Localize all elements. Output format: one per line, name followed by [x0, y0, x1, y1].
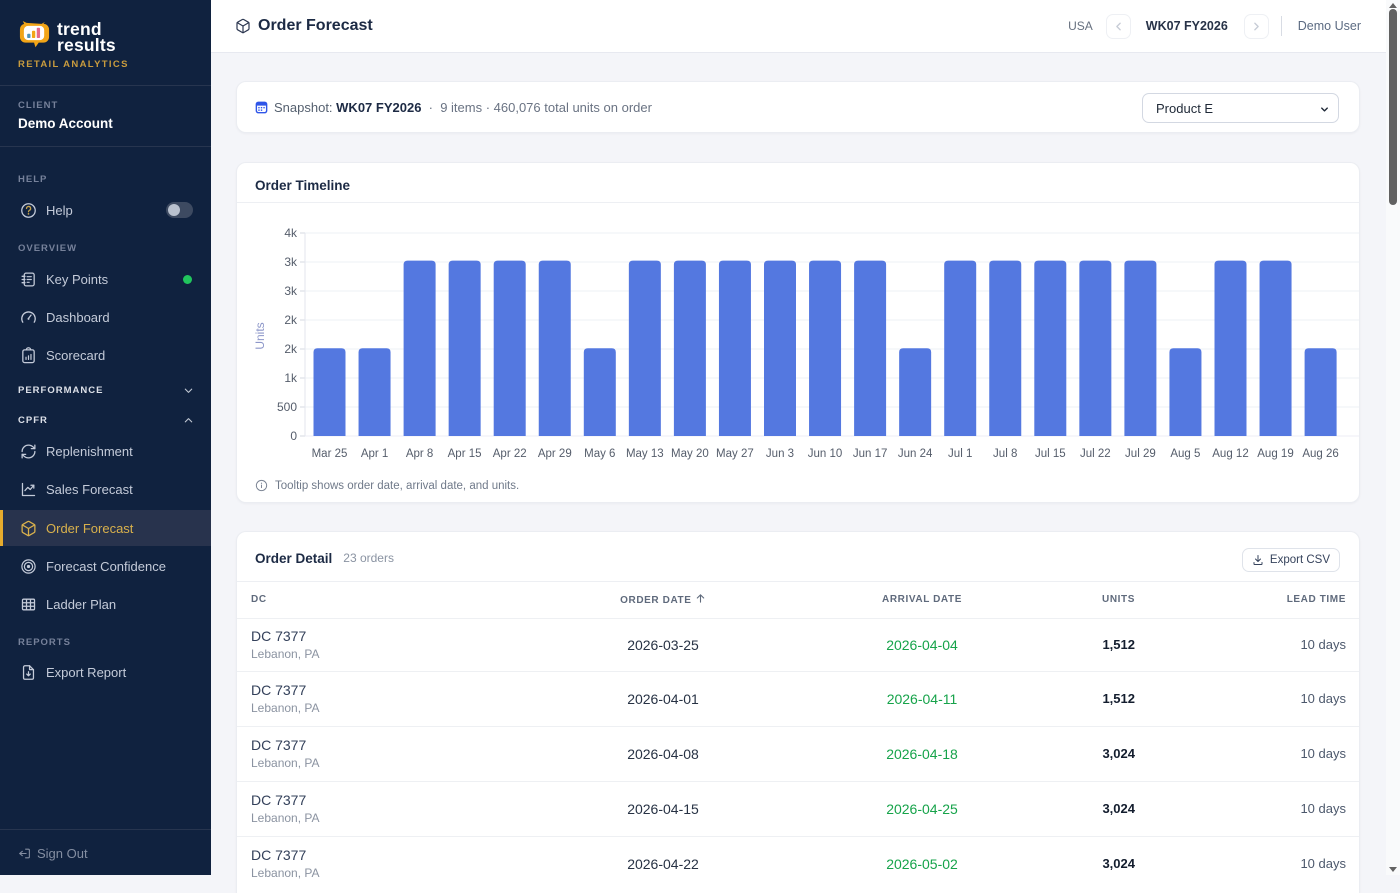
svg-text:3k: 3k	[284, 284, 298, 298]
svg-text:Units: Units	[253, 322, 267, 349]
svg-text:Jun 3: Jun 3	[766, 448, 794, 460]
svg-text:May 20: May 20	[671, 448, 709, 460]
svg-text:Aug 26: Aug 26	[1302, 448, 1338, 460]
svg-text:Jun 17: Jun 17	[853, 448, 888, 460]
svg-text:Jul 22: Jul 22	[1080, 448, 1111, 460]
svg-text:Jun 24: Jun 24	[898, 448, 933, 460]
svg-text:Mar 25: Mar 25	[312, 448, 348, 460]
svg-text:2k: 2k	[284, 342, 298, 356]
svg-text:Apr 8: Apr 8	[406, 448, 434, 460]
svg-text:May 27: May 27	[716, 448, 754, 460]
svg-text:Aug 19: Aug 19	[1257, 448, 1293, 460]
svg-text:Jul 1: Jul 1	[948, 448, 972, 460]
svg-text:May 13: May 13	[626, 448, 664, 460]
svg-text:May 6: May 6	[584, 448, 615, 460]
svg-text:4k: 4k	[284, 226, 298, 240]
svg-text:3k: 3k	[284, 255, 298, 269]
svg-text:0: 0	[290, 429, 297, 443]
svg-text:Apr 22: Apr 22	[493, 448, 527, 460]
svg-text:Apr 15: Apr 15	[448, 448, 482, 460]
svg-text:500: 500	[277, 400, 297, 414]
svg-text:1k: 1k	[284, 371, 298, 385]
svg-text:Aug 12: Aug 12	[1212, 448, 1248, 460]
svg-text:Aug 5: Aug 5	[1170, 448, 1200, 460]
svg-text:Jun 10: Jun 10	[808, 448, 843, 460]
svg-text:Jul 29: Jul 29	[1125, 448, 1156, 460]
svg-text:Jul 8: Jul 8	[993, 448, 1017, 460]
svg-text:Jul 15: Jul 15	[1035, 448, 1066, 460]
svg-text:2k: 2k	[284, 313, 298, 327]
svg-text:Apr 29: Apr 29	[538, 448, 572, 460]
svg-text:Apr 1: Apr 1	[361, 448, 389, 460]
